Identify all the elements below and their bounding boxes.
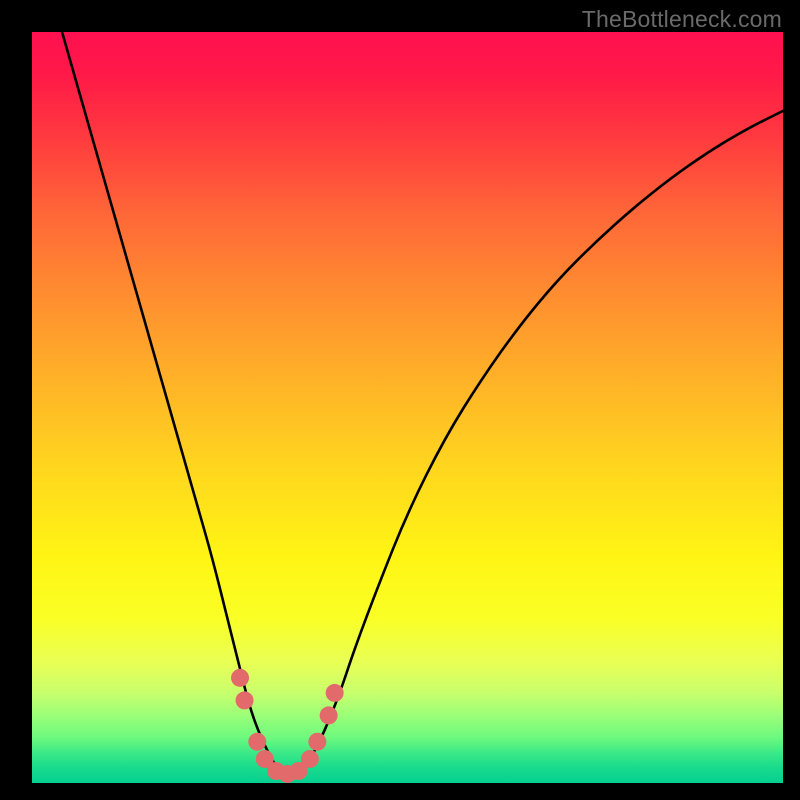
- marker-point: [236, 691, 254, 709]
- marker-point: [326, 684, 344, 702]
- chart-frame: TheBottleneck.com: [0, 0, 800, 800]
- marker-point: [320, 706, 338, 724]
- marker-point: [231, 669, 249, 687]
- marker-point: [301, 750, 319, 768]
- watermark-text: TheBottleneck.com: [582, 6, 782, 33]
- chart-svg: [32, 32, 783, 783]
- plot-area: [32, 32, 783, 783]
- series-curve: [62, 32, 783, 775]
- marker-point: [308, 733, 326, 751]
- curve-layer: [62, 32, 783, 775]
- marker-point: [248, 733, 266, 751]
